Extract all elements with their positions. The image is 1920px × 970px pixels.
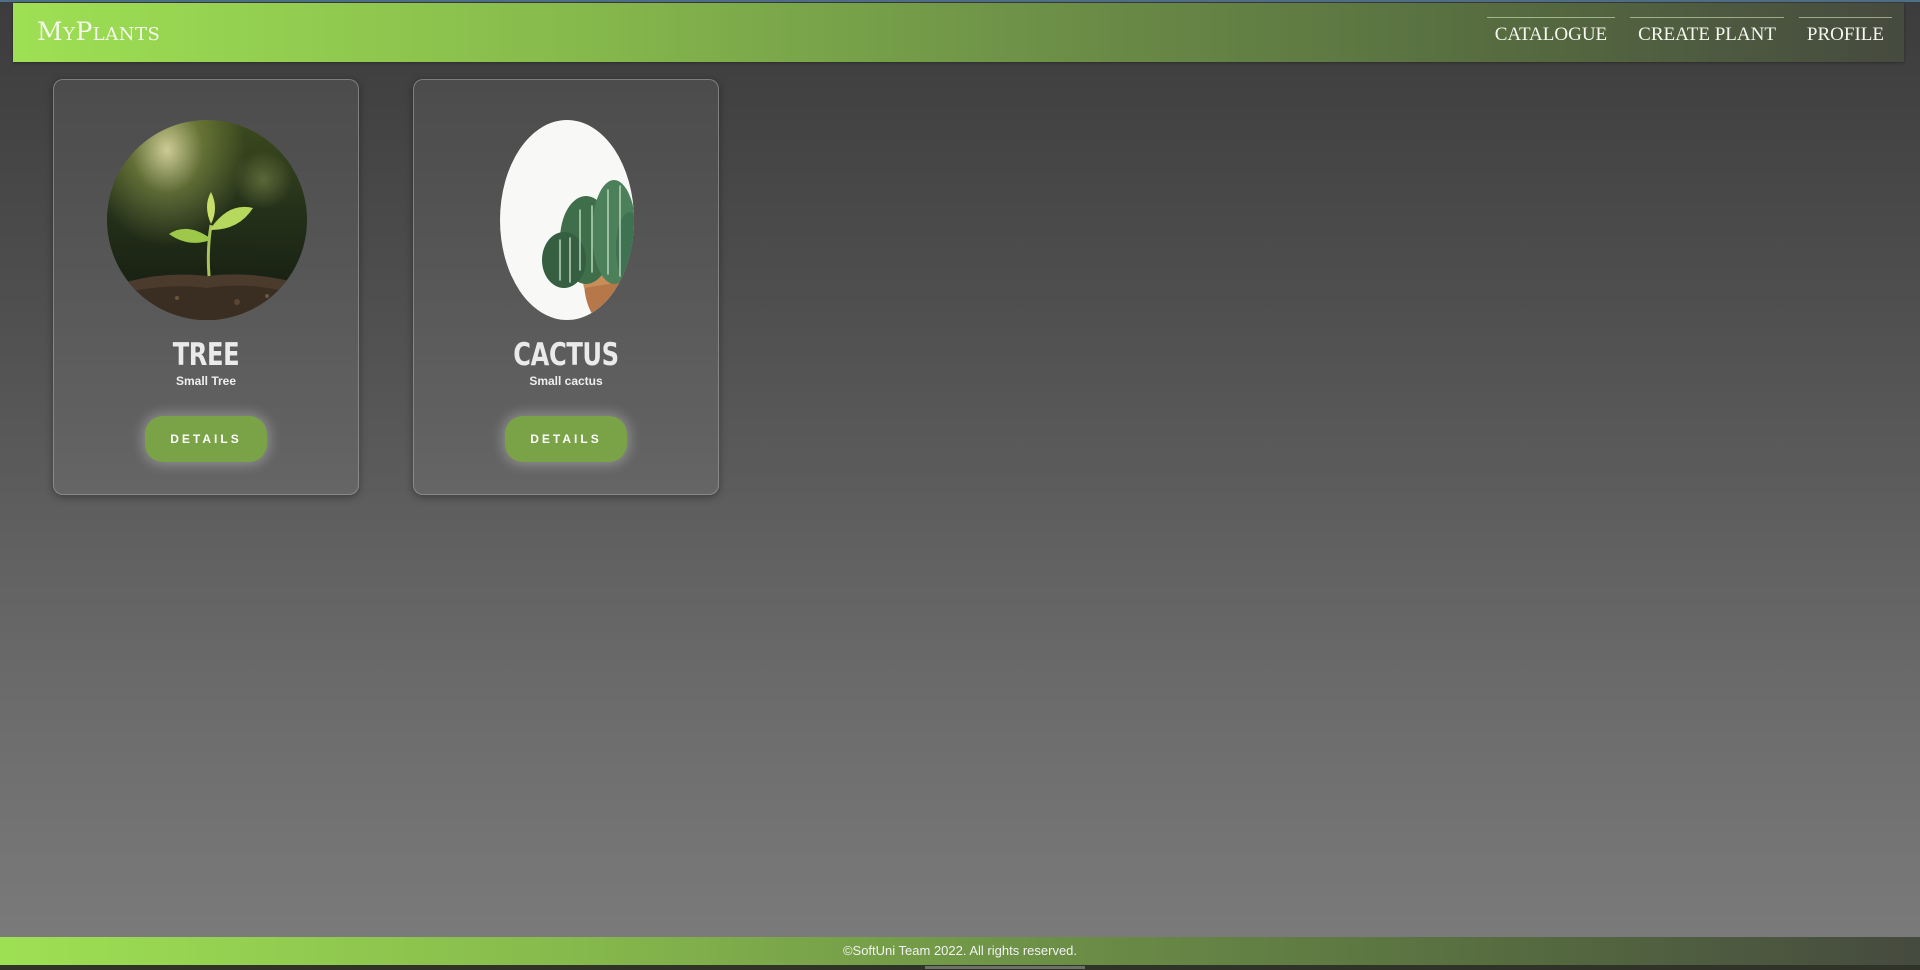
scrollbar-thumb[interactable] (925, 966, 1085, 969)
cactus-image (542, 180, 634, 320)
footer-copyright: ©SoftUni Team 2022. All rights reserved. (842, 943, 1078, 958)
main-nav: Catalogue Create Plant Profile (1486, 17, 1904, 46)
card-title: TREE (172, 337, 240, 373)
card-subtitle: Small cactus (529, 374, 603, 388)
details-button[interactable]: DETAILS (505, 416, 627, 462)
nav-catalogue[interactable]: Catalogue (1486, 17, 1616, 46)
nav-catalogue-label: Catalogue (1494, 24, 1608, 45)
details-button[interactable]: DETAILS (145, 416, 267, 462)
seedling-photo (107, 120, 307, 320)
card-subtitle: Small Tree (175, 374, 237, 388)
card-title: CACTUS (513, 337, 619, 373)
site-logo[interactable]: MyPlants (37, 17, 160, 46)
seedling-image (107, 192, 307, 320)
site-header: MyPlants Catalogue Create Plant Profile (13, 3, 1904, 62)
nav-profile-label: Profile (1806, 24, 1884, 45)
window-top-strip (0, 0, 1920, 2)
nav-create-plant[interactable]: Create Plant (1630, 17, 1784, 46)
cactus-photo (500, 120, 634, 320)
nav-create-plant-label: Create Plant (1638, 24, 1776, 45)
plant-card-cactus: CACTUS Small cactus DETAILS (413, 79, 719, 495)
nav-profile[interactable]: Profile (1798, 17, 1892, 46)
plant-card-tree: TREE Small Tree DETAILS (53, 79, 359, 495)
site-footer: ©SoftUni Team 2022. All rights reserved. (0, 937, 1920, 965)
